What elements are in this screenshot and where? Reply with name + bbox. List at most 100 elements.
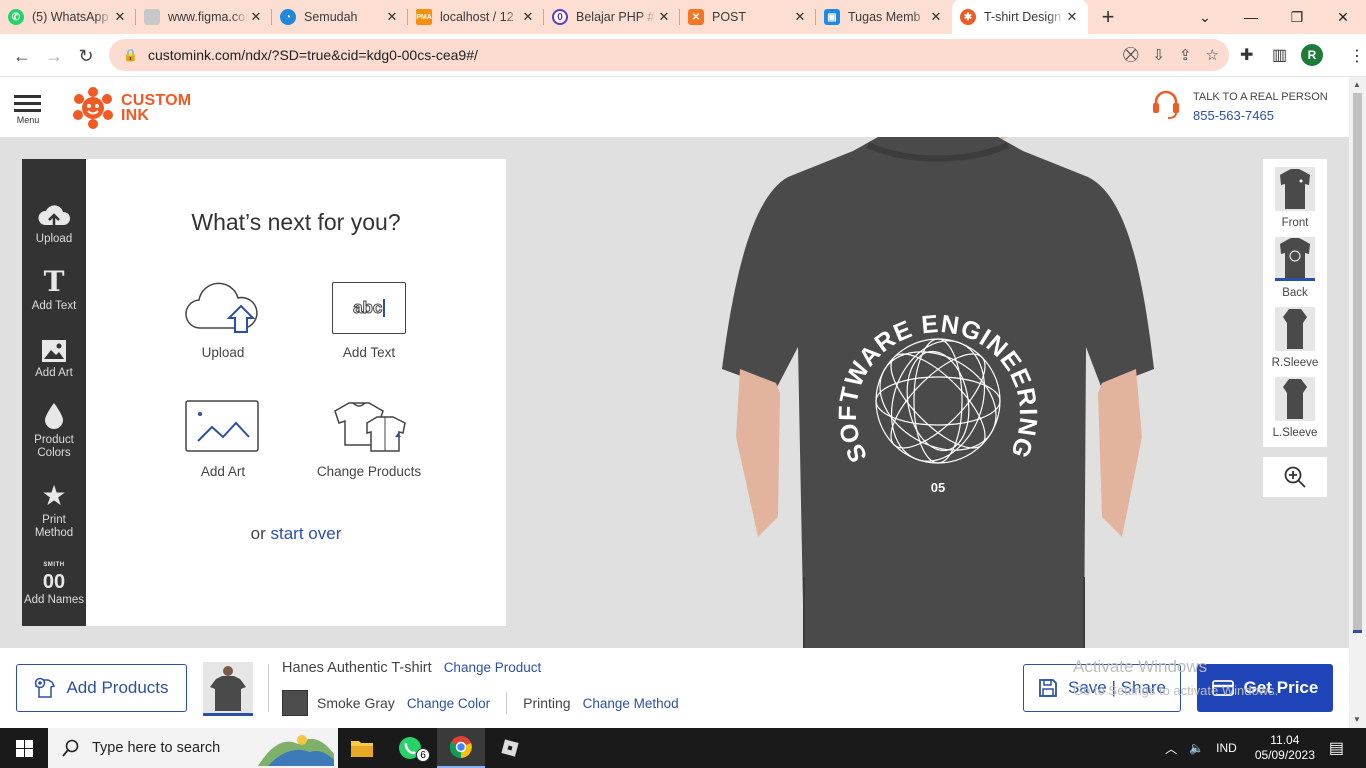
whatsapp-taskbar[interactable]: 6	[386, 728, 434, 768]
tab-tshirt-design[interactable]: ✱ T-shirt Design ✕	[952, 0, 1088, 34]
file-explorer-taskbar[interactable]	[338, 728, 386, 768]
tool-add-art[interactable]: Add Art	[22, 333, 86, 380]
tool-sidebar: Upload T Add Text Add Art Product Colors…	[22, 159, 86, 626]
tab-post[interactable]: ✕ POST ✕	[680, 0, 816, 34]
add-products-button[interactable]: Add Products	[16, 664, 187, 712]
tab-phpmyadmin[interactable]: PMA localhost / 12 ✕	[408, 0, 544, 34]
divider	[506, 692, 508, 714]
start-over-link[interactable]: start over	[271, 524, 342, 543]
url-text: customink.com/ndx/?SD=true&cid=kdg0-00cs…	[147, 47, 478, 63]
change-product-link[interactable]: Change Product	[444, 660, 542, 675]
close-tab-icon[interactable]: ✕	[384, 9, 400, 25]
forward-icon[interactable]: →	[40, 42, 68, 70]
view-front[interactable]: Front	[1263, 167, 1327, 229]
tool-product-colors[interactable]: Product Colors	[22, 400, 86, 460]
tool-label: Add Art	[35, 367, 73, 379]
design-number: 05	[931, 480, 945, 495]
tool-label: Print Method	[34, 514, 74, 539]
site-icon: 0	[552, 9, 568, 25]
zoom-button[interactable]	[1263, 457, 1327, 497]
tool-add-names[interactable]: SMITH 00 Add Names	[22, 560, 86, 607]
avatar[interactable]: R	[1301, 44, 1323, 66]
search-placeholder: Type here to search	[92, 740, 221, 756]
product-thumbnail[interactable]	[203, 662, 253, 716]
taskbar-search[interactable]: Type here to search	[48, 728, 338, 768]
tab-figma[interactable]: www.figma.com ✕	[136, 0, 272, 34]
windows-start-button[interactable]	[0, 728, 48, 768]
speaker-icon[interactable]: 🔈	[1189, 741, 1204, 755]
tshirt-back-preview[interactable]: SOFTWARE ENGINEERING 05	[718, 137, 1158, 657]
back-icon[interactable]: ←	[8, 42, 36, 70]
reload-icon[interactable]: ↻	[72, 42, 100, 70]
new-tab-button[interactable]: +	[1088, 0, 1128, 34]
color-swatch[interactable]	[282, 690, 308, 716]
change-method-link[interactable]: Change Method	[583, 696, 679, 711]
tool-upload[interactable]: Upload	[22, 199, 86, 246]
divider	[268, 664, 269, 712]
install-icon[interactable]: ⇩	[1152, 46, 1165, 64]
tray-chevron-icon[interactable]: ︿	[1165, 740, 1177, 757]
custom-ink-logo[interactable]: CUSTOM INK	[71, 86, 191, 130]
view-left-sleeve[interactable]: L.Sleeve	[1263, 377, 1327, 439]
save-share-button[interactable]: Save | Share	[1023, 664, 1181, 712]
tab-tugas[interactable]: ▣ Tugas Memb ✕	[816, 0, 952, 34]
scrollbar-thumb[interactable]	[1353, 93, 1362, 633]
classroom-icon: ▣	[824, 9, 840, 25]
close-tab-icon[interactable]: ✕	[656, 9, 672, 25]
option-add-art[interactable]: Add Art	[168, 396, 278, 479]
language-indicator[interactable]: IND	[1216, 741, 1237, 755]
custom-ink-logo-icon	[73, 87, 113, 129]
tab-whatsapp[interactable]: ✆ (5) WhatsApp ✕	[0, 0, 136, 34]
close-window-icon[interactable]: ✕	[1320, 0, 1366, 34]
page-scrollbar[interactable]: ▲ ▼	[1349, 77, 1366, 728]
view-back[interactable]: Back	[1263, 237, 1327, 299]
option-change-products[interactable]: Change Products	[314, 396, 424, 479]
close-tab-icon[interactable]: ✕	[520, 9, 536, 25]
phone-number[interactable]: 855-563-7465	[1193, 108, 1274, 123]
option-label: Upload	[201, 345, 245, 360]
close-tab-icon[interactable]: ✕	[248, 9, 264, 25]
url-bar[interactable]: 🔒 customink.com/ndx/?SD=true&cid=kdg0-00…	[109, 39, 1229, 71]
option-upload[interactable]: Upload	[168, 277, 278, 360]
change-color-link[interactable]: Change Color	[407, 696, 490, 711]
restore-icon[interactable]: ❐	[1274, 0, 1320, 34]
product-info: Hanes Authentic T-shirt Change Product	[282, 660, 541, 676]
text-t-icon: T	[43, 265, 65, 298]
close-tab-icon[interactable]: ✕	[112, 9, 128, 25]
scroll-up-icon[interactable]: ▲	[1353, 80, 1361, 89]
headset-icon	[1153, 90, 1179, 119]
text-box-icon: abc	[314, 277, 424, 339]
print-method: Printing	[523, 695, 571, 711]
bookmark-star-icon[interactable]: ☆	[1206, 46, 1219, 64]
address-bar-row: ← → ↻ 🔒 customink.com/ndx/?SD=true&cid=k…	[0, 34, 1366, 77]
option-add-text[interactable]: abc Add Text	[314, 277, 424, 360]
view-right-sleeve[interactable]: R.Sleeve	[1263, 307, 1327, 369]
browser-menu-icon[interactable]: ⋮	[1349, 46, 1365, 66]
shirt-body	[722, 137, 1154, 657]
tab-search-icon[interactable]: ⌄	[1182, 0, 1228, 34]
minimize-icon[interactable]: —	[1228, 0, 1274, 34]
close-tab-icon[interactable]: ✕	[928, 9, 944, 25]
scroll-down-icon[interactable]: ▼	[1353, 715, 1361, 724]
view-label: Back	[1282, 287, 1308, 299]
panel-heading: What’s next for you?	[191, 209, 401, 235]
roblox-taskbar[interactable]	[486, 728, 534, 768]
tab-semudah[interactable]: ◔ Semudah ✕	[272, 0, 408, 34]
tool-print-method[interactable]: ★ Print Method	[22, 480, 86, 540]
menu-button[interactable]: Menu	[14, 95, 42, 125]
search-icon	[62, 739, 79, 757]
side-panel-icon[interactable]: ▥	[1272, 45, 1287, 65]
share-icon[interactable]: ⇪	[1179, 46, 1192, 64]
tab-belajar-php[interactable]: 0 Belajar PHP # ✕	[544, 0, 680, 34]
lock-icon[interactable]: 🔒	[123, 48, 138, 62]
close-tab-icon[interactable]: ✕	[1064, 9, 1080, 25]
tool-add-text[interactable]: T Add Text	[22, 266, 86, 313]
get-price-button[interactable]: Get Price	[1197, 664, 1333, 712]
close-tab-icon[interactable]: ✕	[792, 9, 808, 25]
chrome-taskbar[interactable]	[437, 728, 485, 768]
cookie-blocked-icon[interactable]: ⛒	[1123, 46, 1138, 64]
whats-next-panel: What’s next for you? Upload abc Add Text…	[86, 159, 506, 626]
notifications-icon[interactable]: ▤	[1329, 738, 1344, 758]
extensions-icon[interactable]: ✚	[1240, 45, 1253, 65]
clock[interactable]: 11.04 05/09/2023	[1255, 733, 1315, 763]
